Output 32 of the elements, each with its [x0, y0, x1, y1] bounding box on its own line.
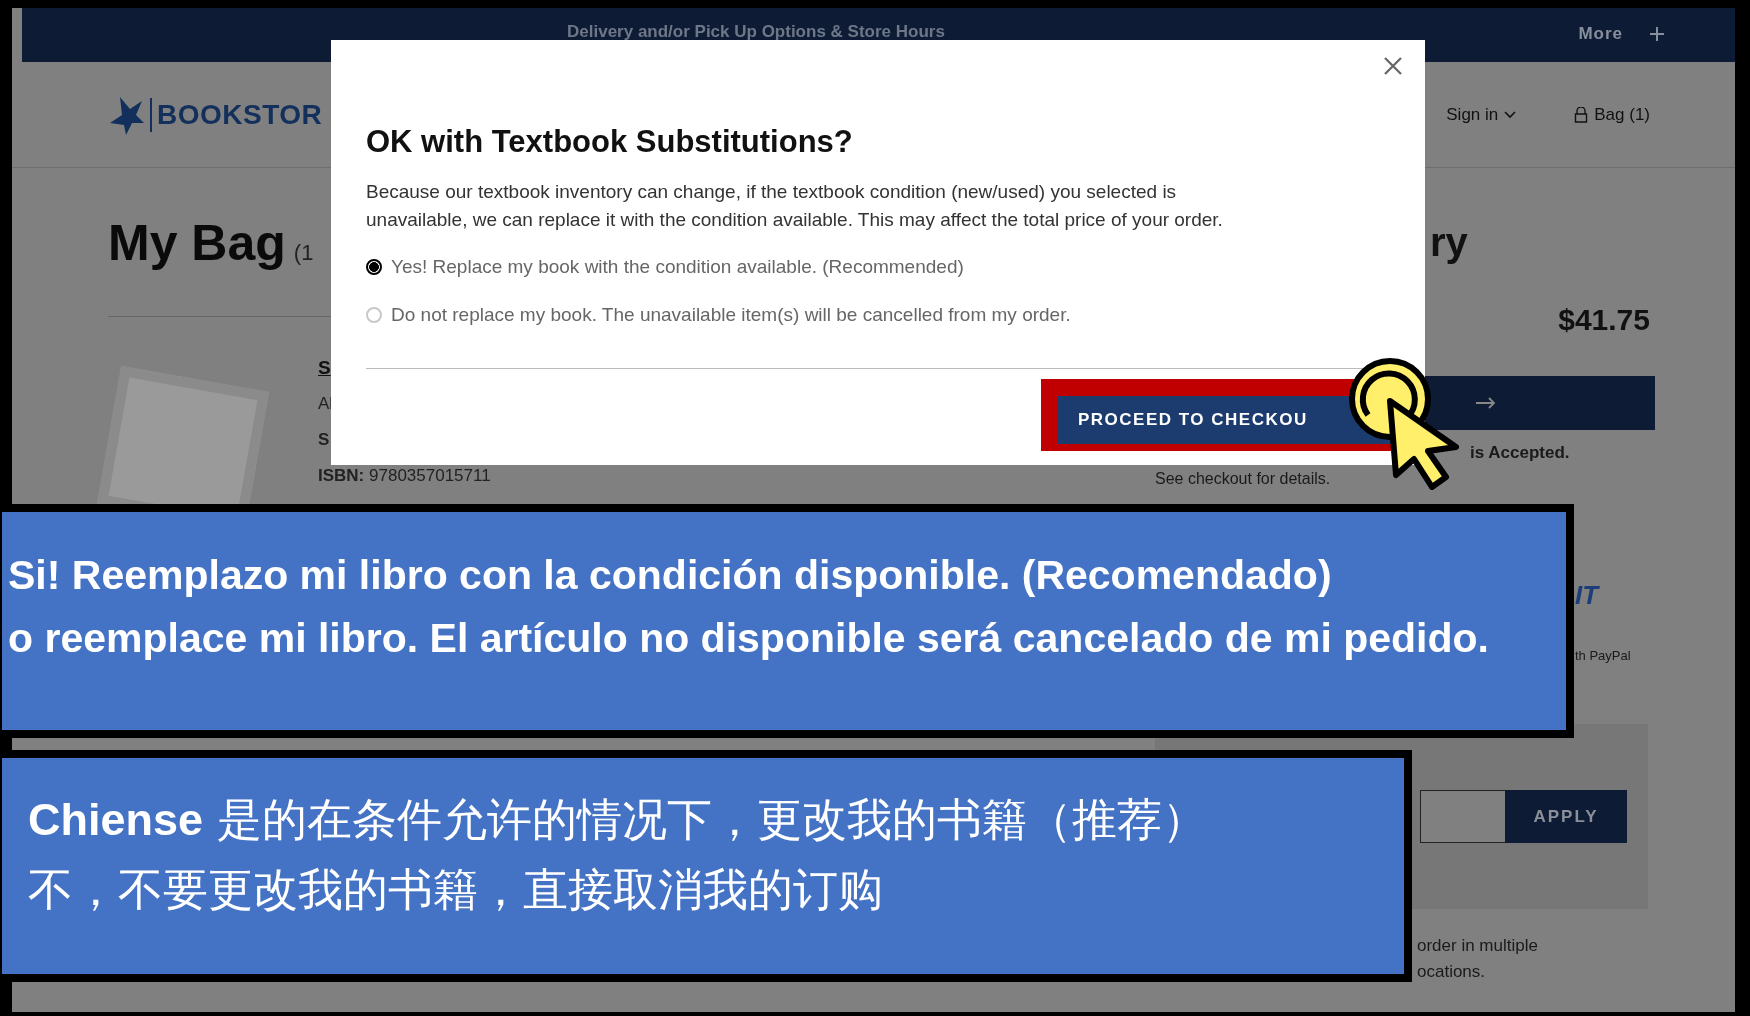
- option-label[interactable]: Yes! Replace my book with the condition available. (Recommended): [391, 256, 964, 278]
- more-link[interactable]: More: [1578, 24, 1623, 44]
- item-count: (1: [293, 240, 314, 266]
- annotation-text: Si! Reemplazo mi libro con la condición disponible. (Recomendado): [8, 552, 1333, 600]
- summary-title: ry: [1430, 220, 1469, 265]
- payment-note: is Accepted.: [1470, 442, 1571, 464]
- pickup-note: order in multiple: [1417, 935, 1539, 957]
- annotation-text: Chiense 是的在条件允许的情况下，更改我的书籍（推荐）: [28, 794, 1209, 846]
- checkout-note: See checkout for details.: [1155, 469, 1332, 489]
- radio-button[interactable]: [366, 259, 382, 275]
- dialog-description: Because our textbook inventory can change, if the textbook condition (new/used) you selected is unavailable, we can replace it with the condition available. This may affect the total price of your order.: [366, 180, 1224, 232]
- logo-text: BOOKSTOR: [150, 97, 323, 132]
- page-title: My Bag: [108, 214, 286, 272]
- apply-button[interactable]: APPLY: [1505, 790, 1627, 843]
- lock-icon: [1574, 106, 1589, 123]
- arrow-right-icon: [1475, 397, 1497, 409]
- isbn-text: ISBN: 9780357015711: [318, 466, 491, 486]
- pickup-note: ocations.: [1417, 961, 1487, 983]
- bag-link[interactable]: Bag (1): [1574, 104, 1650, 125]
- option-label[interactable]: Do not replace my book. The unavailable item(s) will be cancelled from my order.: [391, 304, 1071, 326]
- order-total: $41.75: [1558, 303, 1650, 337]
- plus-icon: [1649, 26, 1665, 42]
- annotation-text: o reemplace mi libro. El artículo no disponible será cancelado de mi pedido.: [8, 615, 1490, 663]
- promo-code-field[interactable]: [1420, 790, 1505, 843]
- paypal-credit-logo: IT: [1575, 580, 1601, 611]
- chevron-down-icon: [1504, 110, 1517, 119]
- sign-in-link[interactable]: Sign in: [1446, 104, 1517, 125]
- book-detail: S: [318, 430, 331, 450]
- dialog-title: OK with Textbook Substitutions?: [366, 124, 854, 160]
- paypal-note: th PayPal: [1575, 647, 1632, 665]
- store-hours-link[interactable]: Delivery and/or Pick Up Options & Store Hours: [567, 22, 945, 42]
- annotation-text: 不，不要更改我的书籍，直接取消我的订购: [28, 863, 884, 916]
